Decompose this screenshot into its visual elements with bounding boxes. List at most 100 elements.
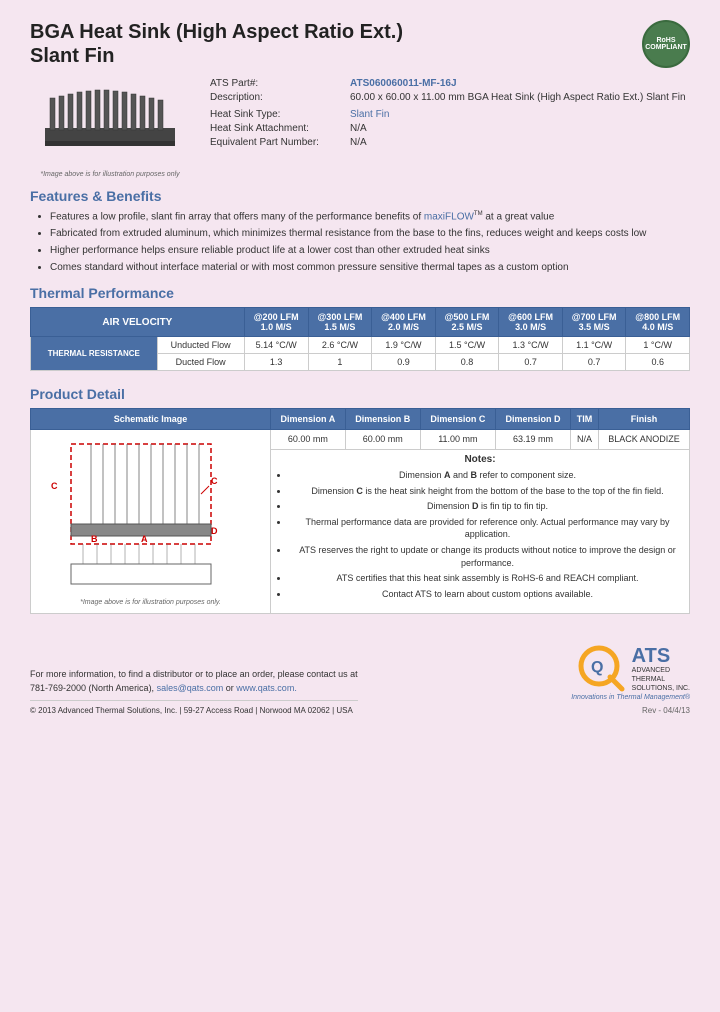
col-header-7: @800 LFM 4.0 M/S xyxy=(626,308,690,337)
page-title-line2: Slant Fin xyxy=(30,44,403,68)
dim-b-value: 60.00 mm xyxy=(345,430,420,450)
unducted-val-4: 1.5 °C/W xyxy=(435,337,499,354)
air-velocity-header: AIR VELOCITY xyxy=(31,308,245,337)
ducted-label: Ducted Flow xyxy=(157,354,244,371)
part-label: ATS Part#: xyxy=(210,78,350,89)
thermal-section-title: Thermal Performance xyxy=(30,285,690,301)
page-title-line1: BGA Heat Sink (High Aspect Ratio Ext.) xyxy=(30,20,403,44)
schematic-svg: C D C B A xyxy=(41,434,261,594)
schematic-cell: C D C B A *Image above is for illustrati… xyxy=(31,430,271,614)
notes-title: Notes: xyxy=(274,454,686,465)
note-6: ATS certifies that this heat sink assemb… xyxy=(289,572,686,585)
dim-c-value: 11.00 mm xyxy=(420,430,495,450)
product-info-section: *Image above is for illustration purpose… xyxy=(30,78,690,178)
notes-list: Dimension A and B refer to component siz… xyxy=(274,469,686,600)
note-7: Contact ATS to learn about custom option… xyxy=(289,588,686,601)
footer-copyright: © 2013 Advanced Thermal Solutions, Inc. … xyxy=(30,700,358,715)
attachment-row: Heat Sink Attachment: N/A xyxy=(210,123,690,134)
header-dim-a: Dimension A xyxy=(271,409,346,430)
attachment-value: N/A xyxy=(350,123,367,134)
header-finish: Finish xyxy=(598,409,689,430)
dim-a-value: 60.00 mm xyxy=(271,430,346,450)
finish-value: BLACK ANODIZE xyxy=(598,430,689,450)
note-5: ATS reserves the right to update or chan… xyxy=(289,544,686,569)
ats-sub3: SOLUTIONS, INC. xyxy=(632,684,690,693)
tim-value: N/A xyxy=(571,430,599,450)
equiv-part-value: N/A xyxy=(350,137,367,148)
unducted-val-7: 1 °C/W xyxy=(626,337,690,354)
header-schematic: Schematic Image xyxy=(31,409,271,430)
col-header-2: @300 LFM 1.5 M/S xyxy=(308,308,372,337)
product-detail-header-row: Schematic Image Dimension A Dimension B … xyxy=(31,409,690,430)
ducted-val-2: 1 xyxy=(308,354,372,371)
website-link[interactable]: www.qats.com. xyxy=(236,683,297,693)
thermal-table: AIR VELOCITY @200 LFM 1.0 M/S @300 LFM 1… xyxy=(30,307,690,371)
product-image-area: *Image above is for illustration purpose… xyxy=(30,78,190,178)
ats-logo-area: Q ATS ADVANCED THERMAL SOLUTIONS, INC. I… xyxy=(571,644,690,715)
product-image-caption: *Image above is for illustration purpose… xyxy=(40,171,179,178)
main-title-block: BGA Heat Sink (High Aspect Ratio Ext.) S… xyxy=(30,20,403,68)
product-detail-section-title: Product Detail xyxy=(30,386,690,402)
svg-text:C: C xyxy=(211,476,218,486)
footer-section: For more information, to find a distribu… xyxy=(30,644,690,715)
features-section-title: Features & Benefits xyxy=(30,188,690,204)
part-number-row: ATS Part#: ATS060060011-MF-16J xyxy=(210,78,690,89)
ducted-val-6: 0.7 xyxy=(562,354,626,371)
unducted-flow-row: THERMAL RESISTANCE Unducted Flow 5.14 °C… xyxy=(31,337,690,354)
col-header-4: @500 LFM 2.5 M/S xyxy=(435,308,499,337)
heat-sink-type-row: Heat Sink Type: Slant Fin xyxy=(210,109,690,120)
col-header-1: @200 LFM 1.0 M/S xyxy=(244,308,308,337)
unducted-val-1: 5.14 °C/W xyxy=(244,337,308,354)
note-1: Dimension A and B refer to component siz… xyxy=(289,469,686,482)
ats-text-block: ATS ADVANCED THERMAL SOLUTIONS, INC. xyxy=(632,646,690,693)
heat-sink-type-value: Slant Fin xyxy=(350,109,389,120)
svg-text:B: B xyxy=(91,534,98,544)
thermal-header-row: AIR VELOCITY @200 LFM 1.0 M/S @300 LFM 1… xyxy=(31,308,690,337)
ducted-val-7: 0.6 xyxy=(626,354,690,371)
col-header-5: @600 LFM 3.0 M/S xyxy=(499,308,563,337)
unducted-val-2: 2.6 °C/W xyxy=(308,337,372,354)
footer-contact: For more information, to find a distribu… xyxy=(30,667,358,696)
note-3: Dimension D is fin tip to fin tip. xyxy=(289,500,686,513)
email-link[interactable]: sales@qats.com xyxy=(157,683,224,693)
page-number: Rev - 04/4/13 xyxy=(642,706,690,715)
header-dim-d: Dimension D xyxy=(495,409,570,430)
equiv-part-row: Equivalent Part Number: N/A xyxy=(210,137,690,148)
col-header-6: @700 LFM 3.5 M/S xyxy=(562,308,626,337)
ats-tagline: Innovations in Thermal Management® xyxy=(571,694,690,701)
unducted-label: Unducted Flow xyxy=(157,337,244,354)
ducted-val-3: 0.9 xyxy=(372,354,436,371)
page-header: BGA Heat Sink (High Aspect Ratio Ext.) S… xyxy=(30,20,690,68)
ats-q-icon: Q xyxy=(577,644,627,694)
ducted-val-5: 0.7 xyxy=(499,354,563,371)
unducted-val-3: 1.9 °C/W xyxy=(372,337,436,354)
feature-item-4: Comes standard without interface materia… xyxy=(50,261,690,275)
feature-item-1: Features a low profile, slant fin array … xyxy=(50,210,690,224)
rohs-badge: RoHS COMPLIANT xyxy=(642,20,690,68)
col-header-3: @400 LFM 2.0 M/S xyxy=(372,308,436,337)
product-detail-table: Schematic Image Dimension A Dimension B … xyxy=(30,408,690,614)
svg-text:Q: Q xyxy=(591,659,603,676)
schematic-caption: *Image above is for illustration purpose… xyxy=(34,596,267,609)
footer-left: For more information, to find a distribu… xyxy=(30,667,358,716)
notes-cell: Notes: Dimension A and B refer to compon… xyxy=(271,450,690,614)
equiv-part-label: Equivalent Part Number: xyxy=(210,137,350,148)
part-value: ATS060060011-MF-16J xyxy=(350,78,457,89)
ats-sub1: ADVANCED xyxy=(632,666,690,675)
description-label: Description: xyxy=(210,92,350,103)
dim-d-value: 63.19 mm xyxy=(495,430,570,450)
heat-sink-type-label: Heat Sink Type: xyxy=(210,109,350,120)
note-2: Dimension C is the heat sink height from… xyxy=(289,485,686,498)
ducted-val-1: 1.3 xyxy=(244,354,308,371)
header-dim-c: Dimension C xyxy=(420,409,495,430)
svg-text:C: C xyxy=(51,481,58,491)
description-value: 60.00 x 60.00 x 11.00 mm BGA Heat Sink (… xyxy=(350,92,686,103)
product-details: ATS Part#: ATS060060011-MF-16J Descripti… xyxy=(210,78,690,178)
thermal-resistance-label: THERMAL RESISTANCE xyxy=(31,337,158,371)
svg-text:A: A xyxy=(141,534,148,544)
description-row: Description: 60.00 x 60.00 x 11.00 mm BG… xyxy=(210,92,690,103)
heatsink-image xyxy=(35,78,185,168)
attachment-label: Heat Sink Attachment: xyxy=(210,123,350,134)
feature-item-3: Higher performance helps ensure reliable… xyxy=(50,244,690,258)
ducted-val-4: 0.8 xyxy=(435,354,499,371)
